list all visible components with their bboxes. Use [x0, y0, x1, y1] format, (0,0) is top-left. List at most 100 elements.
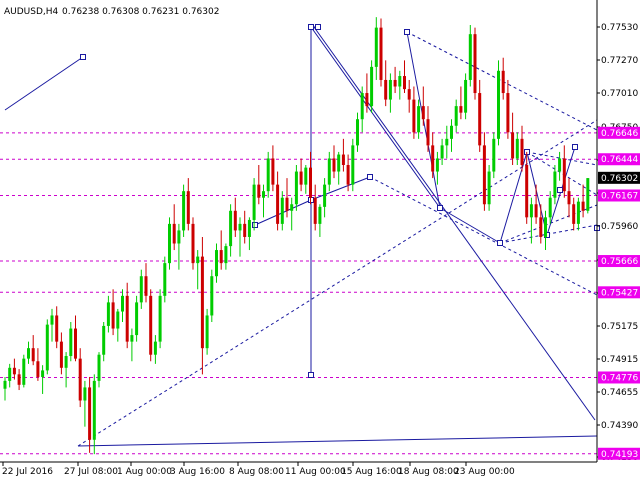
candle-body: [534, 204, 538, 218]
candle-body: [262, 191, 265, 198]
candle-body: [473, 34, 477, 94]
candle-body: [196, 256, 200, 264]
level-labels: 0.76646 0.76444 0.76167 0.75666 0.75427 0.747…: [598, 126, 640, 460]
candle-body: [478, 93, 482, 146]
square-anchor-icon: [437, 205, 443, 211]
time-tick-label: 27 Jul 08:00: [64, 467, 118, 477]
candle-body: [515, 138, 519, 159]
candle-body: [78, 358, 82, 401]
candle-body: [539, 217, 543, 237]
candle-body: [224, 246, 228, 264]
symbol-label: AUDUSD,H4: [4, 7, 59, 17]
candle-body: [88, 387, 92, 440]
candle-body: [45, 324, 49, 371]
price-tick-label: 0.77270: [601, 56, 638, 66]
time-tick-label: 11 Aug 00:00: [285, 467, 346, 477]
candle-body: [384, 79, 388, 100]
square-anchor-icon: [497, 240, 503, 246]
candle-body: [69, 328, 73, 357]
candle-body: [313, 197, 317, 224]
candle-body: [497, 70, 500, 139]
level-label: 0.74776: [601, 373, 638, 383]
candle-body: [520, 138, 524, 166]
candle-body: [210, 276, 214, 316]
price-tick-label: 0.77530: [601, 23, 638, 33]
price-tick-label: 0.74915: [601, 355, 638, 365]
candle-body: [398, 76, 402, 87]
square-anchor-icon: [80, 54, 86, 60]
candle-body: [323, 184, 327, 207]
candle-body: [487, 171, 491, 205]
candle-body: [365, 93, 369, 107]
candle-body: [351, 145, 355, 185]
candle-body: [435, 158, 439, 172]
candle-body: [431, 145, 435, 172]
candle-body: [332, 158, 336, 172]
candle-body: [445, 138, 449, 146]
candle-body: [106, 302, 110, 326]
candle-body: [558, 158, 562, 172]
candle-body: [64, 356, 68, 368]
level-label: 0.76646: [601, 129, 638, 139]
candle-body: [318, 206, 322, 224]
level-label: 0.76444: [601, 155, 638, 165]
candle-body: [55, 315, 59, 342]
candle-body: [562, 158, 566, 192]
candle-body: [341, 154, 345, 166]
candle-body: [454, 106, 458, 126]
candle-body: [309, 167, 312, 198]
candle-body: [27, 348, 30, 359]
candle-body: [50, 315, 54, 325]
candle-body: [186, 191, 190, 224]
candle-body: [177, 230, 181, 244]
current-price-label: 0.76302: [601, 174, 638, 184]
candle-body: [144, 276, 148, 296]
square-anchor-icon: [557, 187, 563, 193]
time-tick-label: 18 Aug 08:00: [398, 467, 459, 477]
candle-body: [31, 348, 35, 362]
candle-body: [247, 219, 251, 237]
price-tick-label: 0.75960: [601, 222, 638, 232]
candle-body: [74, 328, 77, 359]
candle-body: [346, 165, 350, 185]
candle-body: [8, 367, 12, 381]
price-chart[interactable]: 0.775300.772700.770100.767500.764900.762…: [0, 0, 640, 480]
candle-body: [200, 256, 204, 349]
candle-body: [266, 158, 270, 192]
candle-body: [299, 171, 303, 185]
candle-body: [243, 223, 247, 237]
candle-body: [59, 341, 63, 368]
candle-body: [139, 276, 143, 303]
trendline: [4, 56, 84, 111]
candle-body: [581, 201, 585, 211]
candle-body: [121, 295, 124, 312]
trendline: [313, 26, 596, 421]
candle-body: [294, 171, 298, 205]
candle-body: [153, 341, 157, 355]
trendline: [77, 435, 598, 447]
candle-body: [468, 34, 472, 80]
time-axis: 22 Jul 2016 27 Jul 08:00 1 Aug 00:003 Aug …: [2, 462, 515, 477]
level-label: 0.75666: [601, 257, 638, 267]
candle-body: [229, 210, 233, 247]
candle-body: [168, 223, 171, 264]
candle-body: [215, 250, 218, 277]
candle-body: [191, 223, 195, 264]
candle-body: [205, 315, 209, 349]
candle-body: [567, 191, 571, 205]
price-tick-label: 0.77010: [601, 89, 638, 99]
quote-values: 0.76238 0.76308 0.76231 0.76302: [62, 7, 219, 17]
candle-body: [403, 76, 406, 90]
candle-body: [233, 210, 237, 231]
candle-body: [337, 154, 341, 172]
price-tick-label: 0.74390: [601, 421, 638, 431]
candle-body: [525, 165, 529, 218]
candle-body: [163, 263, 167, 296]
chart-window[interactable]: 0.775300.772700.770100.767500.764900.762…: [0, 0, 640, 480]
candle-body: [421, 106, 425, 120]
candle-body: [370, 66, 374, 107]
candle-body: [285, 197, 289, 211]
candle-body: [464, 79, 468, 113]
candle-body: [111, 302, 115, 329]
square-anchor-icon: [572, 144, 578, 150]
